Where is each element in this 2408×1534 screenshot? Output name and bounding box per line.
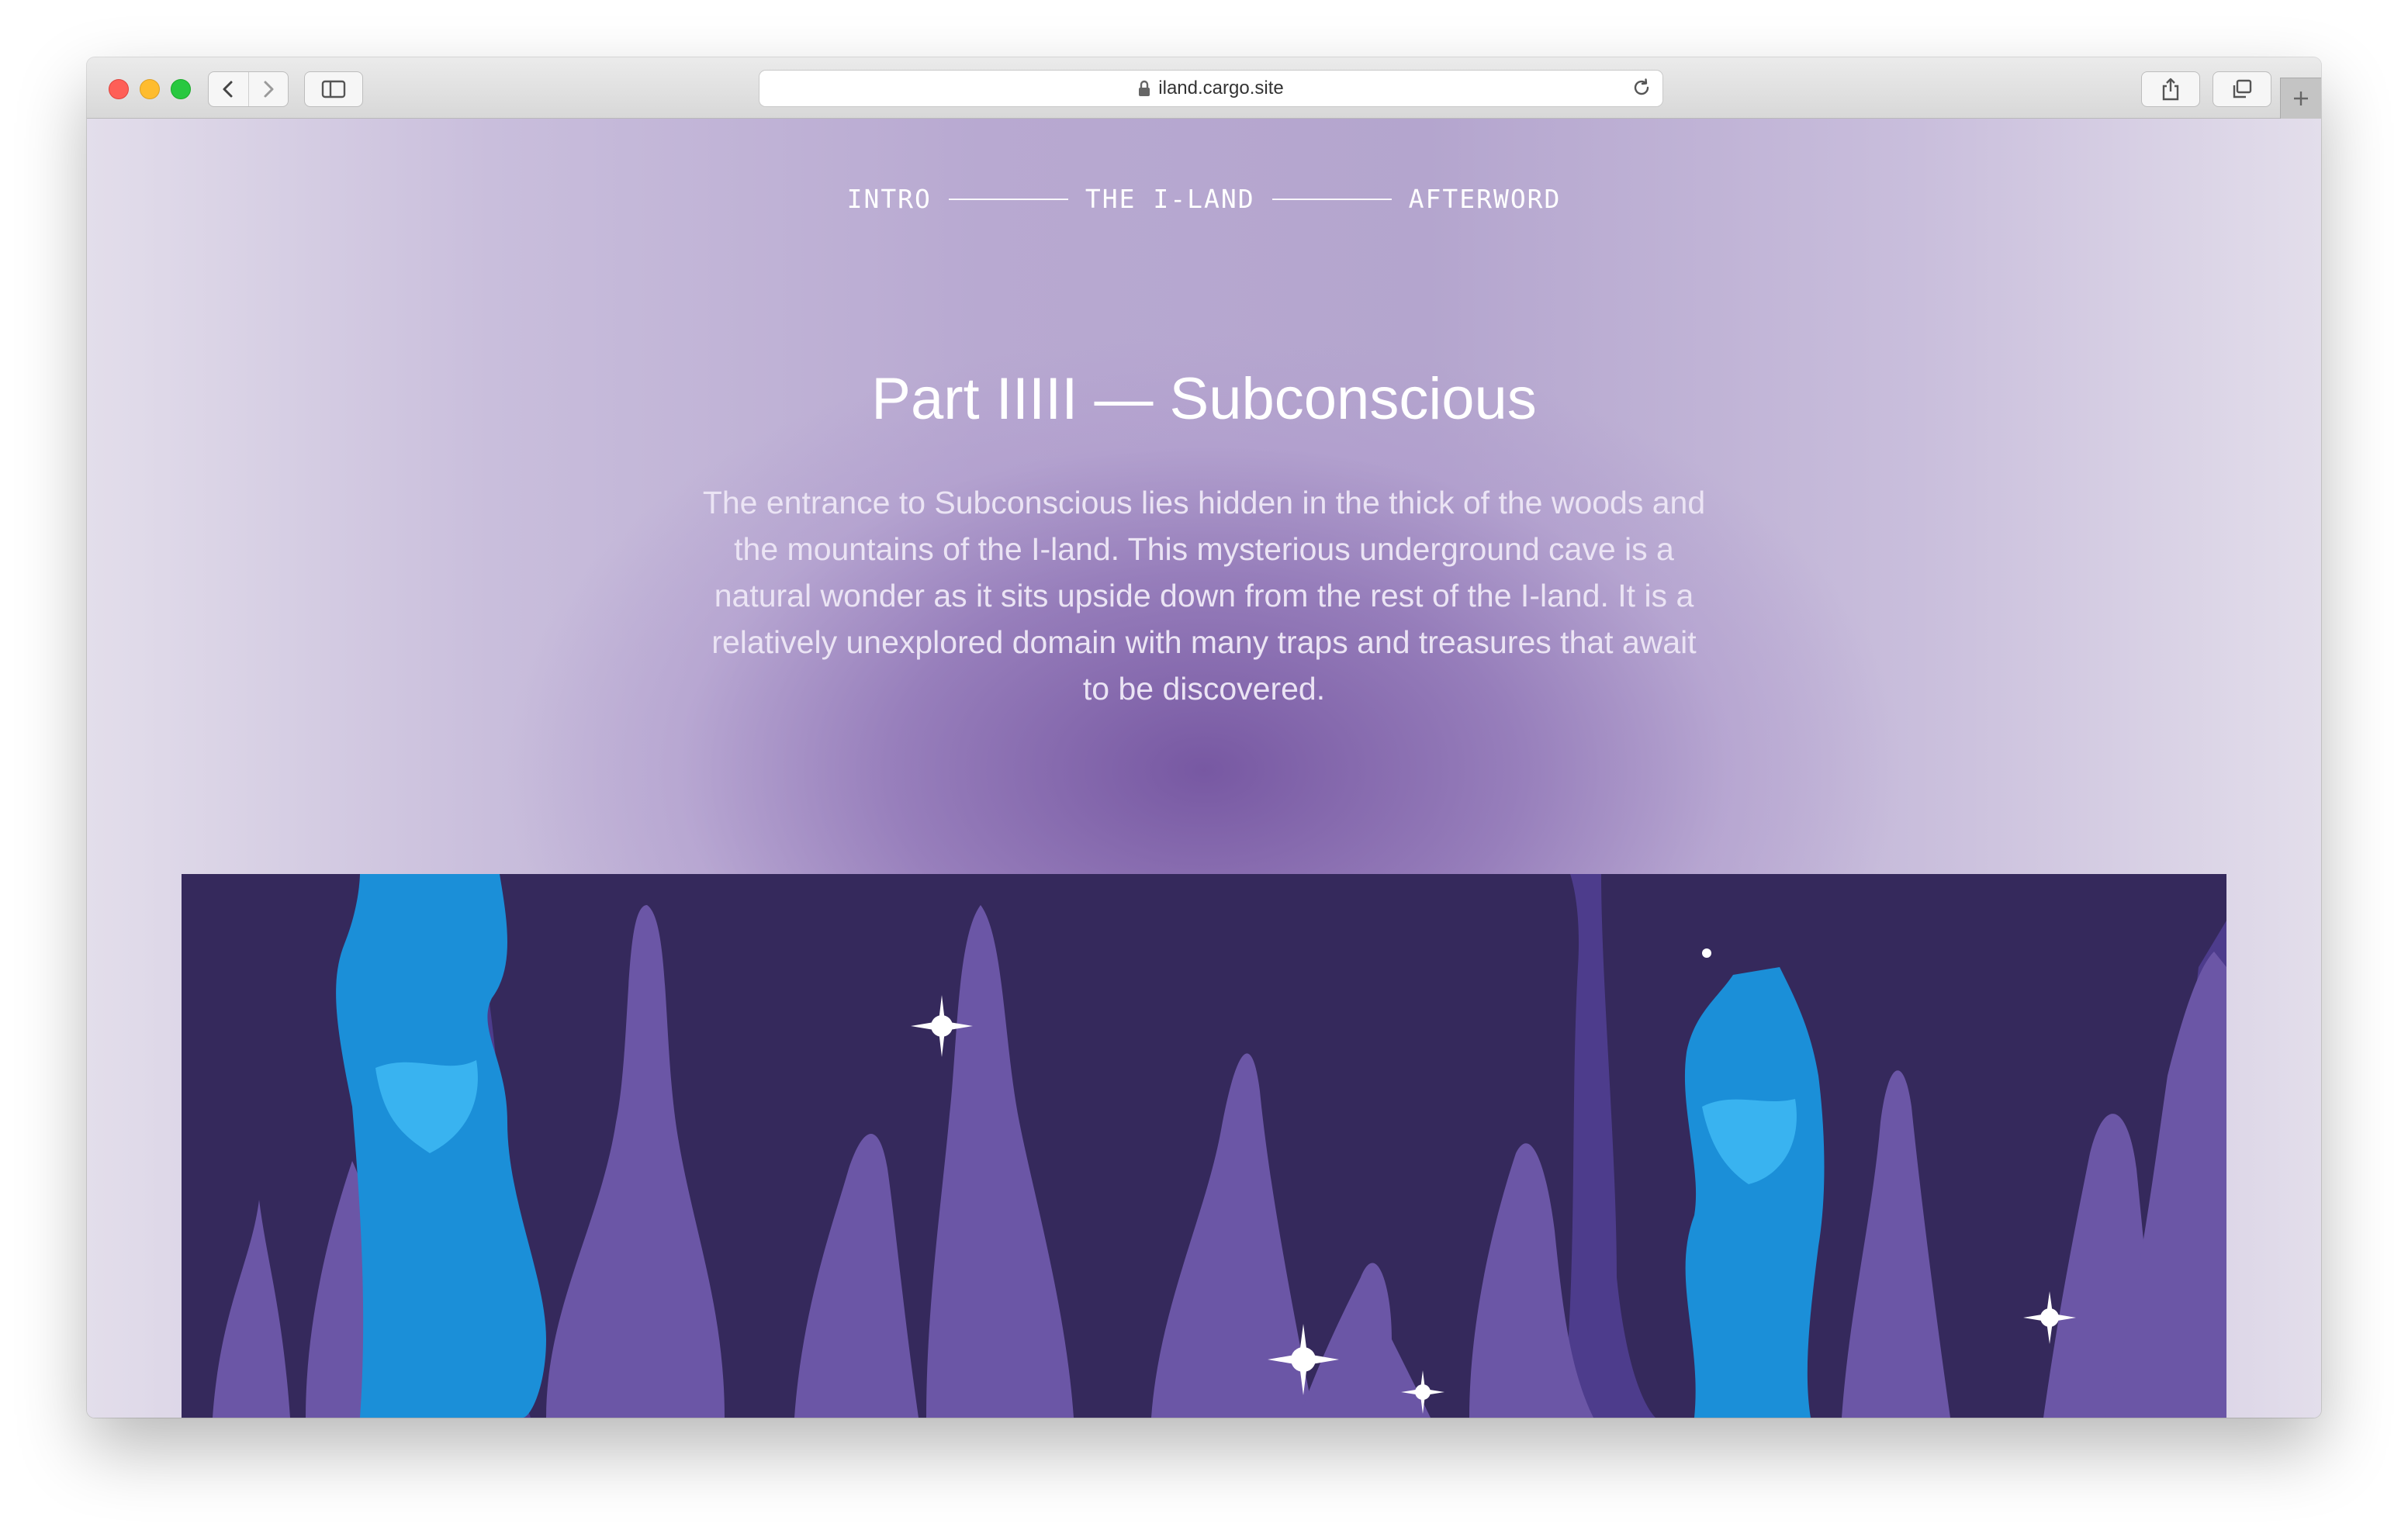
chapter-nav: INTRO THE I-LAND AFTERWORD xyxy=(87,184,2321,214)
url-text: iland.cargo.site xyxy=(1158,78,1284,98)
close-window-button[interactable] xyxy=(109,79,129,99)
tab-overview-button[interactable] xyxy=(2213,71,2271,107)
intro-paragraph: The entrance to Subconscious lies hidden… xyxy=(702,485,1706,707)
plus-icon xyxy=(2294,92,2308,105)
nav-link-afterword[interactable]: AFTERWORD xyxy=(1409,184,1562,214)
browser-window: iland.cargo.site INTRO THE I-LAND AFTERW… xyxy=(87,57,2321,1418)
page-title: Part IIIII — Subconscious xyxy=(871,366,1537,432)
lock-icon xyxy=(1138,80,1150,97)
share-icon xyxy=(2162,78,2179,101)
tabs-icon xyxy=(2233,79,2252,98)
forward-button[interactable] xyxy=(247,72,289,106)
browser-toolbar: iland.cargo.site xyxy=(87,57,2321,119)
share-button[interactable] xyxy=(2141,71,2200,107)
chevron-right-icon xyxy=(264,81,274,98)
nav-link-intro[interactable]: INTRO xyxy=(847,184,932,214)
minimize-window-button[interactable] xyxy=(140,79,160,99)
address-bar[interactable]: iland.cargo.site xyxy=(759,70,1663,107)
maximize-window-button[interactable] xyxy=(171,79,191,99)
sidebar-toggle-button[interactable] xyxy=(304,71,363,107)
cave-illustration xyxy=(182,874,2226,1418)
history-nav xyxy=(208,71,289,107)
reload-icon[interactable] xyxy=(1631,78,1652,103)
chevron-left-icon xyxy=(223,81,233,98)
nav-link-the-iland[interactable]: THE I-LAND xyxy=(1085,184,1255,214)
page-content: INTRO THE I-LAND AFTERWORD Part IIIII — … xyxy=(87,119,2321,1418)
new-tab-button[interactable] xyxy=(2280,78,2321,119)
back-button[interactable] xyxy=(209,72,248,106)
nav-divider xyxy=(1271,198,1392,200)
sidebar-icon xyxy=(321,80,346,98)
nav-divider xyxy=(948,198,1068,200)
